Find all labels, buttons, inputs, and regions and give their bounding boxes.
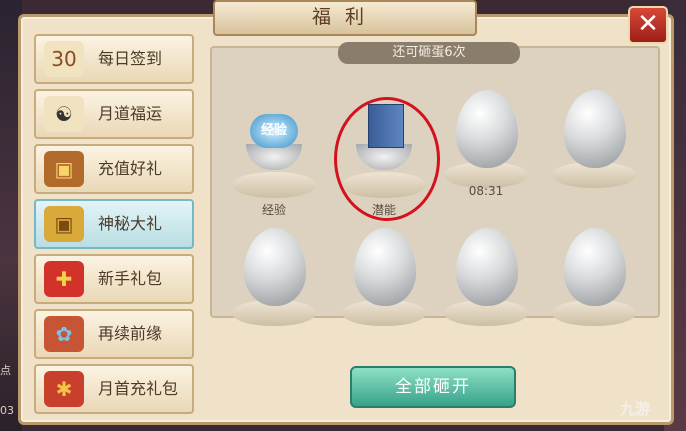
sidebar-item-recharge-gift[interactable]: ▣ 充值好礼 [34, 144, 194, 194]
exp-orb-icon: 经验 [250, 114, 298, 148]
sidebar-item-label: 每日签到 [98, 49, 163, 68]
silver-egg-icon [354, 228, 416, 306]
egg-slot[interactable] [440, 222, 532, 332]
silver-egg-icon [456, 228, 518, 306]
golden-chest-icon: ▣ [44, 206, 84, 242]
smash-count-banner: 还可砸蛋6次 [338, 42, 520, 64]
silver-egg-icon [564, 228, 626, 306]
sidebar-item-monthly-fortune[interactable]: ☯ 月道福运 [34, 89, 194, 139]
sidebar-item-daily-checkin[interactable]: 30 每日签到 [34, 34, 194, 84]
sidebar-item-label: 新手礼包 [98, 269, 163, 288]
highlight-circle [334, 97, 440, 221]
egg-slot[interactable] [548, 222, 640, 332]
sidebar-item-newbie-pack[interactable]: ✚ 新手礼包 [34, 254, 194, 304]
sidebar-item-first-recharge-pack[interactable]: ✱ 月首充礼包 [34, 364, 194, 414]
calendar-30-icon: 30 [44, 41, 84, 77]
treasure-chest-icon: ▣ [44, 151, 84, 187]
silver-egg-icon [456, 90, 518, 168]
yin-yang-scroll-icon: ☯ [44, 96, 84, 132]
slot-label: 经验 [261, 203, 286, 217]
smash-all-button[interactable]: 全部砸开 [350, 366, 516, 408]
close-button[interactable]: ✕ [628, 6, 668, 44]
egg-slot[interactable] [338, 222, 430, 332]
egg-timer: 08:31 [468, 184, 504, 198]
red-gift-box-icon: ✚ [44, 261, 84, 297]
egg-slot[interactable]: 08:31 [440, 84, 532, 198]
gift-bundle-icon: ✿ [44, 316, 84, 352]
silver-egg-icon [244, 228, 306, 306]
egg-pedestal [232, 172, 316, 198]
sidebar-item-renew-fate[interactable]: ✿ 再续前缘 [34, 309, 194, 359]
sidebar-item-label: 月道福运 [98, 104, 163, 123]
egg-slot-opened-exp[interactable]: 经验 经验 [228, 94, 320, 217]
silver-egg-icon [564, 90, 626, 168]
sidebar-item-label: 月首充礼包 [98, 379, 179, 398]
watermark-logo: 九游 [620, 400, 651, 418]
egg-slot[interactable] [228, 222, 320, 332]
red-money-bag-icon: ✱ [44, 371, 84, 407]
sidebar-item-mystery-gift[interactable]: ▣ 神秘大礼 [34, 199, 194, 249]
egg-slot[interactable] [548, 84, 640, 194]
sidebar-item-label: 充值好礼 [98, 159, 163, 178]
sidebar-item-label: 神秘大礼 [98, 214, 163, 233]
window-title: 福利 [213, 0, 477, 36]
sidebar-item-label: 再续前缘 [98, 324, 163, 343]
sidebar: 30 每日签到 ☯ 月道福运 ▣ 充值好礼 ▣ 神秘大礼 ✚ 新手礼包 ✿ 再续… [34, 34, 194, 414]
